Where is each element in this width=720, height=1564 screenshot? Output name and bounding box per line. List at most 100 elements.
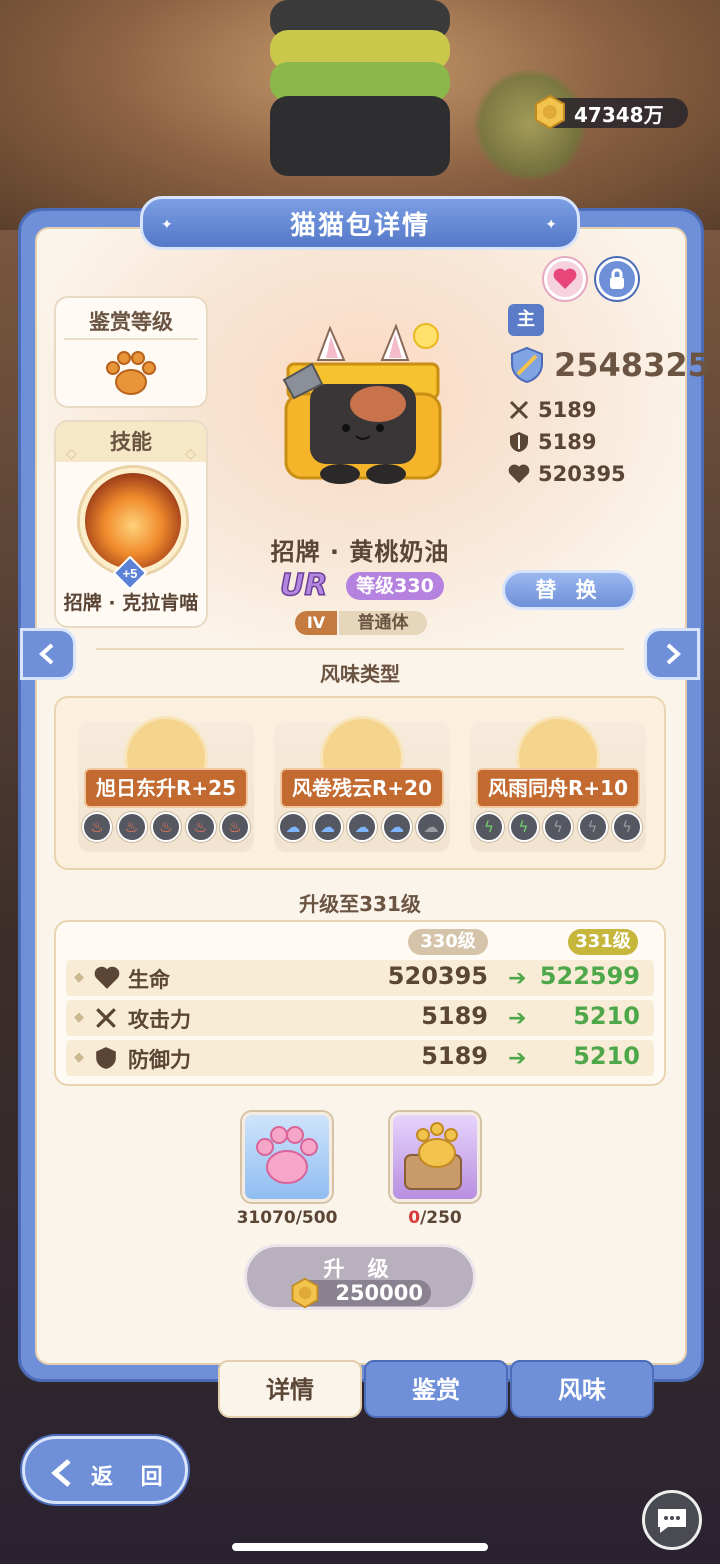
attack-stat: 5189 xyxy=(508,398,596,422)
gold-paw-toast-icon xyxy=(404,1122,462,1190)
flavor-label: 风卷残云R+20 xyxy=(280,768,444,808)
flavor-card[interactable]: 旭日东升R+25 ♨ ♨ ♨ ♨ ♨ xyxy=(78,716,254,852)
stat-next: 522599 xyxy=(539,962,640,990)
wind-element-row: ☁ ☁ ☁ ☁ ☁ xyxy=(278,812,446,842)
rarity-badge: UR xyxy=(279,567,328,604)
replace-button[interactable]: 替 换 xyxy=(502,570,636,610)
diamond-ornament-icon: ◆ xyxy=(74,970,84,985)
thunder-icon: ϟ xyxy=(508,812,539,842)
chat-button[interactable] xyxy=(642,1490,702,1550)
heart-icon xyxy=(94,966,120,989)
combat-power: 2548325 xyxy=(508,346,710,384)
thunder-element-row: ϟ ϟ ϟ ϟ ϟ xyxy=(474,812,642,842)
material-slot[interactable] xyxy=(390,1112,480,1202)
paw-icon xyxy=(106,351,156,395)
wind-icon: ☁ xyxy=(416,812,446,842)
background-cat-stack xyxy=(250,0,470,200)
flavor-panel: 旭日东升R+25 ♨ ♨ ♨ ♨ ♨ 风卷残云R+20 ☁ ☁ ☁ ☁ ☁ 风雨… xyxy=(54,696,666,870)
stat-label: 生命 xyxy=(128,968,170,992)
lock-button[interactable] xyxy=(596,258,638,300)
fire-icon: ♨ xyxy=(151,812,181,842)
sparkle-icon: ✦ xyxy=(545,217,559,233)
defense-value: 5189 xyxy=(538,430,597,454)
material-count: 0/250 xyxy=(365,1208,505,1228)
thunder-icon: ϟ xyxy=(543,812,573,842)
stat-row-attack: ◆ 攻击力 5189 ➔ 5210 xyxy=(66,1000,654,1036)
swords-icon xyxy=(509,400,529,420)
shield-icon xyxy=(510,432,528,452)
thunder-icon: ϟ xyxy=(577,812,608,842)
favorite-button[interactable] xyxy=(544,258,586,300)
current-level-badge: 330级 xyxy=(408,929,488,955)
tier-badge: IV xyxy=(295,611,337,635)
body-type-badge: 普通体 xyxy=(339,611,427,635)
wind-icon: ☁ xyxy=(347,812,377,842)
back-button[interactable]: 返 回 xyxy=(22,1436,188,1504)
lock-icon xyxy=(610,268,624,289)
fire-icon: ♨ xyxy=(116,812,147,842)
arrow-right-icon: ➔ xyxy=(508,966,527,991)
skill-badge-text: +5 xyxy=(123,566,138,581)
hp-value: 520395 xyxy=(538,462,626,486)
heart-icon xyxy=(508,464,530,484)
diamond-ornament-icon: ◆ xyxy=(74,1010,84,1025)
diamond-ornament-icon: ◇ xyxy=(185,446,196,462)
flavor-label: 风雨同舟R+10 xyxy=(476,768,640,808)
upgrade-cost-value: 250000 xyxy=(335,1281,423,1305)
thunder-icon: ϟ xyxy=(474,812,504,842)
back-arrow-icon xyxy=(51,1459,71,1487)
skill-label: 技能 xyxy=(110,430,152,454)
tab-flavor[interactable]: 风味 xyxy=(510,1360,654,1418)
defense-stat: 5189 xyxy=(508,430,596,454)
upgrade-button-label: 升 级 xyxy=(323,1257,397,1281)
fire-icon: ♨ xyxy=(82,812,112,842)
diamond-ornament-icon: ◆ xyxy=(74,1050,84,1065)
skill-level-badge-icon: +5 xyxy=(113,556,147,590)
diamond-ornament-icon: ◇ xyxy=(66,446,77,462)
home-indicator xyxy=(232,1543,488,1551)
upgrade-button[interactable]: 升 级 250000 xyxy=(244,1244,476,1310)
coin-icon xyxy=(291,1277,319,1309)
stat-label: 防御力 xyxy=(128,1048,191,1072)
panel-title: 猫猫包详情 xyxy=(289,210,430,241)
skill-name: 招牌 · 克拉肯喵 xyxy=(63,592,199,614)
back-label: 返 回 xyxy=(91,1465,173,1490)
skill-header: ◇ 技能 ◇ xyxy=(56,422,206,462)
tab-bar: 详情 鉴赏 风味 xyxy=(218,1360,654,1418)
sparkle-icon: ✦ xyxy=(161,217,175,233)
level-badge: 等级330 xyxy=(346,572,444,600)
stat-row-defense: ◆ 防御力 5189 ➔ 5210 xyxy=(66,1040,654,1076)
heart-icon xyxy=(553,268,577,289)
stat-next: 5210 xyxy=(573,1002,640,1030)
flavor-card[interactable]: 风雨同舟R+10 ϟ ϟ ϟ ϟ ϟ xyxy=(470,716,646,852)
upgrade-cost: 250000 xyxy=(291,1277,431,1309)
stat-row-hp: ◆ 生命 520395 ➔ 522599 xyxy=(66,960,654,996)
next-level-badge: 331级 xyxy=(568,929,638,955)
flavor-title: 风味类型 xyxy=(320,662,400,686)
tab-details[interactable]: 详情 xyxy=(218,1360,362,1418)
arrow-right-icon: ➔ xyxy=(508,1046,527,1071)
stat-current: 520395 xyxy=(387,962,488,990)
pink-paw-icon xyxy=(256,1126,318,1184)
appreciation-card[interactable]: 鉴赏等级 xyxy=(54,296,208,408)
material-have: 0 xyxy=(408,1208,421,1228)
currency-display: 47348万 xyxy=(535,94,688,130)
stat-label: 攻击力 xyxy=(128,1008,191,1032)
thunder-icon: ϟ xyxy=(612,812,642,842)
flavor-card[interactable]: 风卷残云R+20 ☁ ☁ ☁ ☁ ☁ xyxy=(274,716,450,852)
chat-bubble-icon xyxy=(658,1509,686,1533)
section-divider xyxy=(96,648,624,650)
coin-icon xyxy=(535,94,565,130)
tab-appreciation[interactable]: 鉴赏 xyxy=(364,1360,508,1418)
material-slot[interactable] xyxy=(242,1112,332,1202)
swords-icon xyxy=(96,1008,116,1028)
material-count: 31070/500 xyxy=(236,1208,338,1228)
fire-icon: ♨ xyxy=(185,812,216,842)
currency-amount: 47348万 xyxy=(574,102,664,127)
wind-icon: ☁ xyxy=(312,812,343,842)
appreciation-label: 鉴赏等级 xyxy=(64,298,198,340)
hp-stat: 520395 xyxy=(508,462,626,486)
power-shield-icon xyxy=(511,346,543,384)
fire-element-row: ♨ ♨ ♨ ♨ ♨ xyxy=(82,812,250,842)
upgrade-title: 升级至331级 xyxy=(299,892,421,916)
